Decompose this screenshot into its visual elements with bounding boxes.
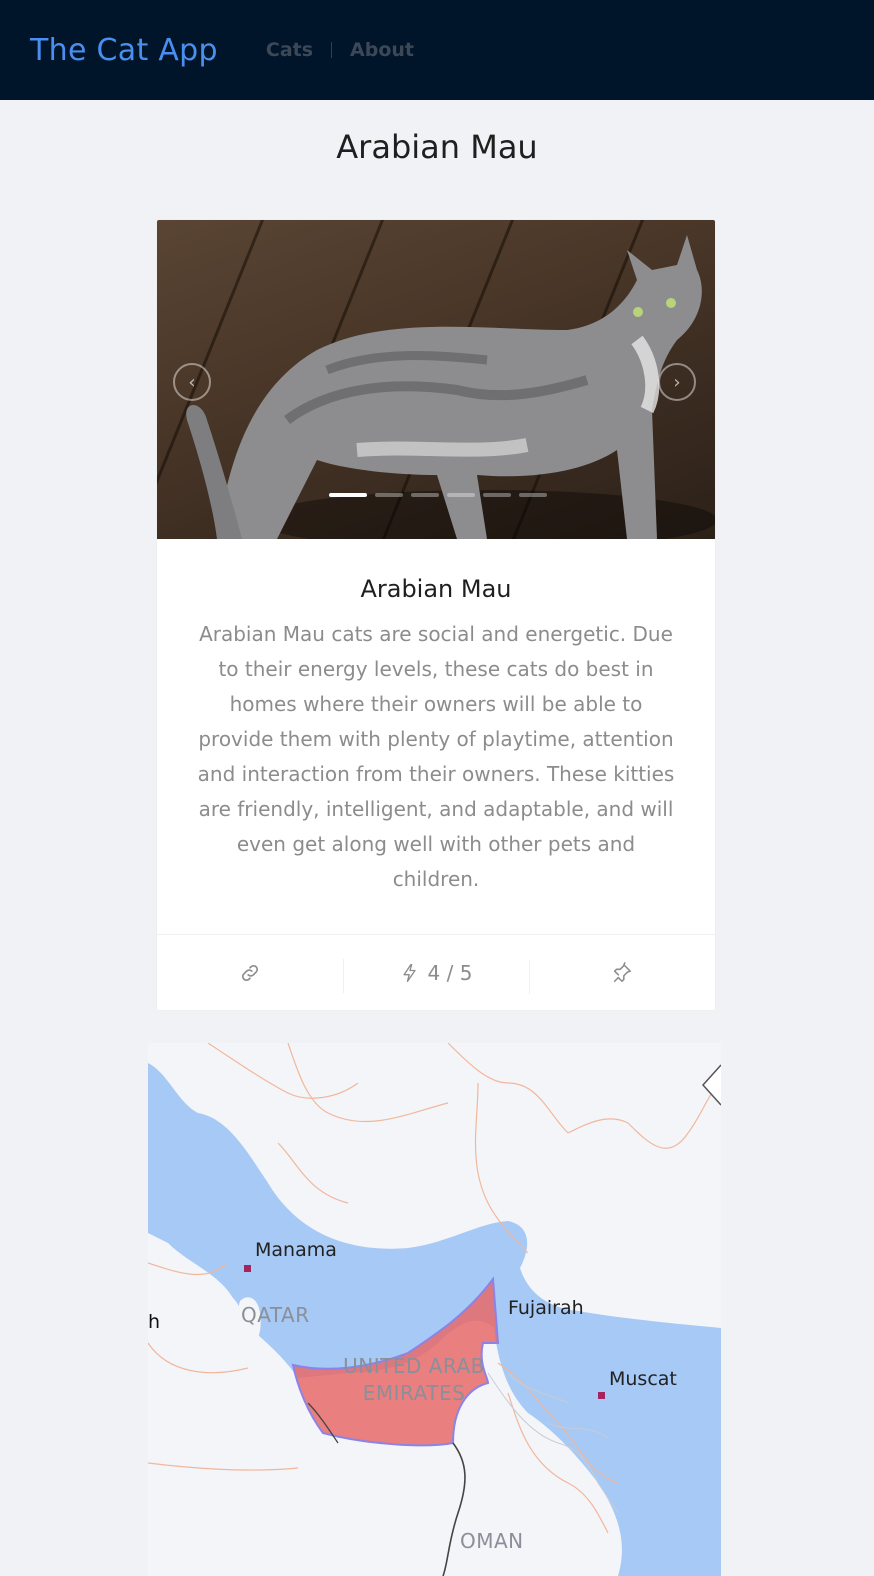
top-nav-bar: The Cat App Cats About — [0, 0, 874, 100]
country-label-uae: UNITED ARAB EMIRATES — [334, 1353, 494, 1407]
pin-action[interactable] — [529, 959, 715, 994]
map-canvas — [148, 1043, 721, 1576]
breed-card: ‹ › Arabian Mau Arabian Mau cats are soc… — [156, 219, 716, 1011]
country-label-uae-line2: EMIRATES — [362, 1381, 466, 1405]
link-icon — [241, 964, 259, 981]
carousel-dot-2[interactable] — [375, 493, 403, 497]
city-label-fujairah: Fujairah — [508, 1297, 584, 1319]
card-body: Arabian Mau Arabian Mau cats are social … — [157, 539, 715, 897]
origin-map[interactable]: Manama Fujairah Muscat QATAR UNITED ARAB… — [148, 1043, 721, 1576]
city-label-muscat: Muscat — [609, 1368, 677, 1390]
country-label-partial: h — [148, 1311, 161, 1333]
card-actions: 4 / 5 — [157, 934, 715, 1010]
carousel-dot-5[interactable] — [483, 493, 511, 497]
energy-level-action[interactable]: 4 / 5 — [343, 958, 529, 993]
nav-divider — [331, 42, 333, 58]
app-logo[interactable]: The Cat App — [30, 33, 218, 68]
page-title: Arabian Mau — [336, 128, 538, 166]
carousel-next-button[interactable]: › — [658, 363, 696, 401]
wikipedia-link-action[interactable] — [157, 962, 343, 984]
city-label-manama: Manama — [255, 1239, 337, 1261]
carousel-dot-4[interactable] — [447, 493, 475, 497]
nav-menu: Cats About — [266, 39, 414, 61]
carousel-dot-3[interactable] — [411, 493, 439, 497]
nav-link-about[interactable]: About — [350, 39, 414, 61]
lightning-icon — [403, 963, 416, 982]
country-label-uae-line1: UNITED ARAB — [343, 1354, 485, 1378]
pin-icon — [613, 961, 632, 982]
nav-link-cats[interactable]: Cats — [266, 39, 313, 61]
country-label-qatar: QATAR — [241, 1303, 310, 1327]
carousel-dots — [329, 493, 547, 497]
country-label-oman: OMAN — [460, 1529, 524, 1553]
cat-photo — [186, 235, 715, 539]
energy-level-value: 4 / 5 — [427, 960, 473, 985]
carousel-prev-button[interactable]: ‹ — [173, 363, 211, 401]
carousel-dot-6[interactable] — [519, 493, 547, 497]
image-carousel[interactable]: ‹ › — [157, 220, 715, 539]
breed-name: Arabian Mau — [360, 575, 512, 603]
breed-description: Arabian Mau cats are social and energeti… — [197, 622, 675, 891]
carousel-dot-1[interactable] — [329, 493, 367, 497]
